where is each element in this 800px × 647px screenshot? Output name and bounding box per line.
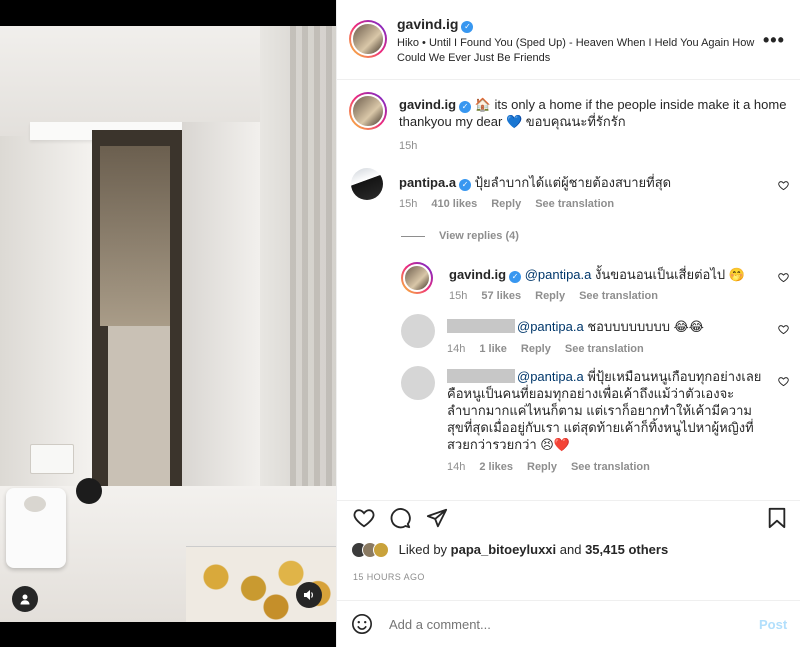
reply-time: 14h [447, 343, 466, 355]
view-replies-button[interactable]: View replies (4) [439, 230, 519, 242]
reply-text: งั้นขอนอนเป็นเสี่ยต่อไป 🤭 [591, 267, 745, 282]
reply-meta: 15h 57 likes Reply See translation [449, 290, 769, 302]
hidden-username [447, 369, 515, 383]
post-panel: gavind.ig ✓ Hiko • Until I Found You (Spe… [336, 0, 800, 647]
comment-body: pantipa.a ✓ ปุ้ยลำบากได้แต่ผู้ชายต้องสบาย… [399, 174, 759, 191]
save-icon[interactable] [767, 507, 787, 532]
comment-input[interactable] [389, 617, 729, 632]
reply: @pantipa.a พี่ปุ้ยเหมือนหนูเกือบทุกอย่าง… [447, 368, 767, 473]
comment-meta: 15h 410 likes Reply See translation [399, 198, 759, 210]
reply-text: ชอบบบบบบบบ 😂😂 [583, 319, 704, 334]
view-replies-line [401, 236, 425, 237]
commenter-avatar[interactable] [351, 168, 383, 200]
comment-bar: Post [337, 600, 800, 647]
hidden-username [447, 319, 515, 333]
comment-likes[interactable]: 410 likes [431, 198, 477, 210]
reply-time: 15h [449, 290, 468, 302]
see-translation-link[interactable]: See translation [565, 343, 644, 355]
author-avatar[interactable] [349, 20, 387, 58]
comment: pantipa.a ✓ ปุ้ยลำบากได้แต่ผู้ชายต้องสบาย… [399, 174, 759, 210]
verified-icon: ✓ [461, 21, 474, 33]
post-media[interactable] [0, 0, 336, 647]
comment-time: 15h [399, 198, 418, 210]
comment-icon[interactable] [389, 507, 411, 532]
liked-by-count[interactable]: 35,415 others [585, 542, 668, 557]
sound-icon[interactable] [296, 582, 322, 608]
instagram-post-modal: gavind.ig ✓ Hiko • Until I Found You (Spe… [0, 0, 800, 647]
heart-icon[interactable] [353, 507, 375, 532]
reply-time: 14h [447, 461, 466, 473]
post-header: gavind.ig ✓ Hiko • Until I Found You (Spe… [337, 0, 800, 80]
reply-likes[interactable]: 57 likes [481, 290, 521, 302]
photo-door [182, 122, 260, 542]
reply-heart-icon[interactable] [778, 272, 790, 284]
audio-attribution[interactable]: Hiko • Until I Found You (Sped Up) - Hea… [397, 36, 757, 66]
post-actions [337, 500, 800, 534]
photo-tissue-roll [6, 488, 66, 568]
caption: gavind.ig ✓ 🏠 its only a home if the peop… [399, 96, 789, 152]
verified-icon: ✓ [509, 271, 522, 283]
photo-light-switch [30, 444, 74, 474]
reply-mention[interactable]: @pantipa.a [517, 369, 584, 384]
reply: gavind.ig ✓ @pantipa.a งั้นขอนอนเป็นเสี่ย… [449, 266, 769, 302]
reply-avatar[interactable] [401, 262, 433, 294]
reply-likes[interactable]: 1 like [479, 343, 507, 355]
reply-button[interactable]: Reply [491, 198, 521, 210]
reply-button[interactable]: Reply [521, 343, 551, 355]
comment-text: ปุ้ยลำบากได้แต่ผู้ชายต้องสบายที่สุด [474, 175, 672, 190]
share-icon[interactable] [426, 507, 448, 532]
caption-time: 15h [399, 140, 418, 152]
photo-kitchen [100, 146, 170, 326]
reply-username[interactable]: gavind.ig [449, 267, 506, 282]
likes-summary: Liked by papa_bitoeyluxxi and 35,415 oth… [351, 542, 668, 558]
comment-heart-icon[interactable] [778, 180, 790, 192]
emoji-icon[interactable] [351, 613, 373, 638]
reply-body: gavind.ig ✓ @pantipa.a งั้นขอนอนเป็นเสี่ย… [449, 266, 769, 283]
see-translation-link[interactable]: See translation [579, 290, 658, 302]
author-username[interactable]: gavind.ig [397, 16, 458, 32]
liked-by-and: and [556, 542, 586, 557]
caption-avatar[interactable] [349, 92, 387, 130]
caption-body: gavind.ig ✓ 🏠 its only a home if the peop… [399, 96, 789, 130]
user-tag-icon[interactable] [12, 586, 38, 612]
caption-text: 🏠 its only a home if the people inside m… [399, 97, 787, 129]
reply-button[interactable]: Reply [535, 290, 565, 302]
see-translation-link[interactable]: See translation [535, 198, 614, 210]
reply-mention[interactable]: @pantipa.a [517, 319, 584, 334]
liked-by-prefix: Liked by [398, 542, 451, 557]
photo-black-object [76, 478, 102, 504]
photo-cabinet [108, 326, 170, 506]
liked-by-user[interactable]: papa_bitoeyluxxi [451, 542, 556, 557]
reply-heart-icon[interactable] [778, 376, 790, 388]
post-photo[interactable] [0, 26, 336, 622]
more-icon[interactable]: ••• [763, 30, 785, 51]
reply-avatar[interactable] [401, 366, 435, 400]
reply: @pantipa.a ชอบบบบบบบบ 😂😂 14h 1 like Reply S… [447, 318, 767, 355]
reply-button[interactable]: Reply [527, 461, 557, 473]
reply-body: @pantipa.a พี่ปุ้ยเหมือนหนูเกือบทุกอย่าง… [447, 368, 767, 453]
author-name-row: gavind.ig ✓ [397, 16, 474, 33]
reply-avatar[interactable] [401, 314, 435, 348]
reply-likes[interactable]: 2 likes [479, 461, 513, 473]
liker-avatar [373, 542, 389, 558]
reply-heart-icon[interactable] [778, 324, 790, 336]
comment-username[interactable]: pantipa.a [399, 175, 456, 190]
see-translation-link[interactable]: See translation [571, 461, 650, 473]
reply-mention[interactable]: @pantipa.a [525, 267, 592, 282]
caption-username[interactable]: gavind.ig [399, 97, 456, 112]
verified-icon: ✓ [459, 179, 472, 191]
reply-meta: 14h 1 like Reply See translation [447, 343, 767, 355]
reply-meta: 14h 2 likes Reply See translation [447, 461, 767, 473]
post-button[interactable]: Post [759, 617, 787, 632]
post-timestamp[interactable]: 15 HOURS AGO [353, 572, 425, 582]
verified-icon: ✓ [459, 101, 472, 113]
reply-body: @pantipa.a ชอบบบบบบบบ 😂😂 [447, 318, 767, 335]
